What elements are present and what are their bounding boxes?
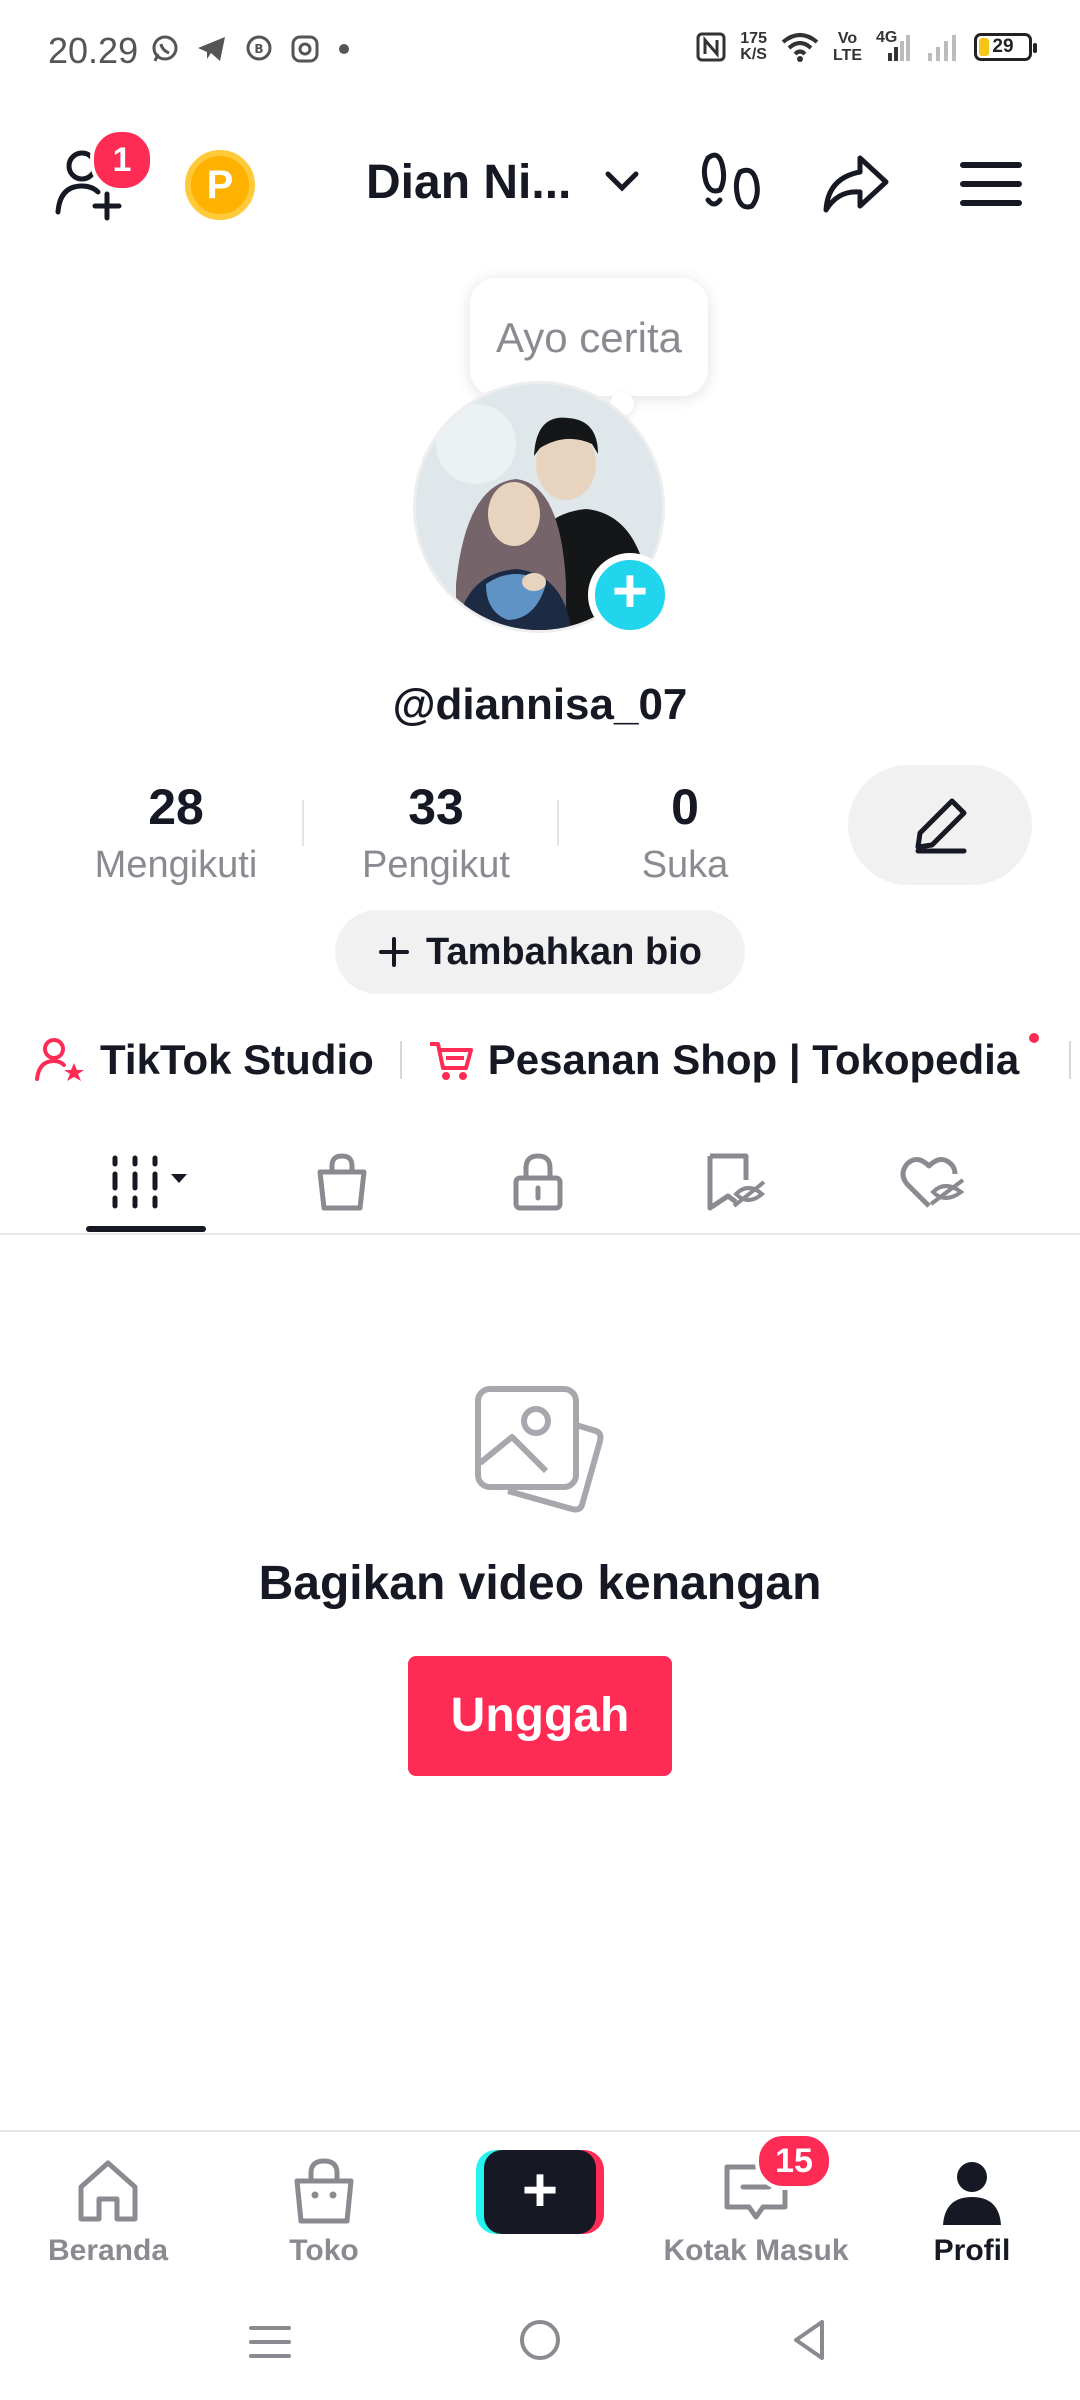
back-icon[interactable] bbox=[788, 2318, 832, 2362]
add-story-button[interactable]: + bbox=[588, 553, 672, 637]
empty-state-title: Bagikan video kenangan bbox=[258, 1557, 822, 1610]
bookmark-hidden-icon bbox=[707, 1153, 766, 1211]
photos-icon bbox=[474, 1385, 606, 1517]
link-separator bbox=[1069, 1041, 1072, 1079]
menu-icon[interactable] bbox=[960, 160, 1022, 208]
edit-profile-button[interactable] bbox=[848, 765, 1032, 885]
chevron-down-icon[interactable] bbox=[604, 170, 640, 194]
tab-videos[interactable] bbox=[76, 1130, 216, 1234]
stat-following[interactable]: 28 Mengikuti bbox=[46, 778, 306, 887]
volte-indicator: Vo LTE bbox=[832, 30, 862, 64]
cart-icon bbox=[429, 1042, 473, 1080]
share-icon[interactable] bbox=[820, 152, 892, 216]
active-tab-indicator bbox=[86, 1226, 206, 1232]
content-tabs bbox=[0, 1130, 1080, 1234]
tabs-divider bbox=[0, 1233, 1080, 1235]
whatsapp-business-icon: B bbox=[244, 34, 274, 64]
instagram-icon bbox=[290, 34, 320, 64]
upload-button[interactable]: Unggah bbox=[408, 1656, 672, 1776]
nfc-icon bbox=[696, 32, 726, 62]
create-button[interactable]: + bbox=[476, 2150, 604, 2234]
tab-private[interactable] bbox=[468, 1130, 608, 1234]
note-tooltip[interactable]: Ayo cerita bbox=[470, 278, 708, 396]
inbox-badge: 15 bbox=[755, 2132, 833, 2190]
account-name[interactable]: Dian Ni... bbox=[366, 155, 571, 210]
tiktok-studio-label: TikTok Studio bbox=[100, 1036, 374, 1083]
coin-button[interactable]: P bbox=[185, 150, 255, 220]
shop-bag-icon bbox=[294, 2158, 354, 2224]
nav-home[interactable]: Beranda bbox=[8, 2152, 208, 2268]
profile-handle: @diannisa_07 bbox=[392, 680, 688, 729]
network-speed: 175 K/S bbox=[740, 30, 767, 63]
plus-icon bbox=[379, 937, 410, 967]
add-bio-label: Tambahkan bio bbox=[426, 930, 702, 973]
signal-4g-icon: 4G bbox=[876, 29, 912, 63]
tab-liked[interactable] bbox=[862, 1130, 1002, 1234]
nav-profile[interactable]: Profil bbox=[872, 2152, 1072, 2268]
shop-orders-link[interactable]: Pesanan Shop | Tokopedia bbox=[428, 1033, 1043, 1084]
home-circle-icon[interactable] bbox=[518, 2318, 562, 2362]
stat-divider bbox=[302, 800, 304, 846]
shop-orders-label: Pesanan Shop | Tokopedia bbox=[487, 1036, 1020, 1083]
whatsapp-icon bbox=[150, 34, 180, 64]
home-icon bbox=[78, 2160, 138, 2222]
status-time: 20.29 bbox=[48, 30, 139, 71]
add-bio-button[interactable]: Tambahkan bio bbox=[335, 910, 745, 994]
plus-icon: + bbox=[484, 2150, 596, 2234]
notification-dot bbox=[1029, 1033, 1040, 1043]
svg-text:B: B bbox=[254, 42, 263, 56]
tiktok-studio-link[interactable]: TikTok Studio bbox=[34, 1036, 374, 1084]
recents-icon[interactable] bbox=[248, 2320, 292, 2364]
add-friends-badge: 1 bbox=[90, 128, 154, 192]
pencil-icon bbox=[915, 798, 967, 854]
wifi-icon bbox=[781, 32, 819, 62]
telegram-icon bbox=[196, 34, 228, 64]
stat-followers[interactable]: 33 Pengikut bbox=[306, 778, 566, 887]
battery-icon: 29 bbox=[974, 33, 1037, 61]
profile-links: TikTok Studio Pesanan Shop | Tokopedia bbox=[34, 1030, 1080, 1090]
profile-icon bbox=[943, 2162, 1001, 2225]
dot-icon bbox=[336, 34, 352, 64]
shopping-bag-icon bbox=[317, 1153, 367, 1211]
person-star-icon bbox=[35, 1038, 84, 1081]
notification-icons: B bbox=[150, 34, 352, 64]
status-bar: 20.29 B 175 K/S Vo LTE 4G 29 bbox=[0, 0, 1080, 110]
system-icons: 175 K/S Vo LTE 4G 29 bbox=[696, 29, 1037, 64]
tooltip-text: Ayo cerita bbox=[496, 314, 682, 361]
signal-sim2-icon bbox=[926, 31, 960, 63]
nav-shop[interactable]: Toko bbox=[224, 2152, 424, 2268]
link-separator bbox=[399, 1041, 402, 1079]
stat-likes[interactable]: 0 Suka bbox=[555, 778, 815, 887]
footprints-icon[interactable] bbox=[700, 150, 764, 220]
lock-icon bbox=[513, 1153, 563, 1211]
tab-shop[interactable] bbox=[272, 1130, 412, 1234]
system-navigation bbox=[0, 2290, 1080, 2400]
heart-hidden-icon bbox=[900, 1157, 965, 1208]
tab-saved[interactable] bbox=[664, 1130, 804, 1234]
grid-filter-icon bbox=[112, 1155, 187, 1209]
